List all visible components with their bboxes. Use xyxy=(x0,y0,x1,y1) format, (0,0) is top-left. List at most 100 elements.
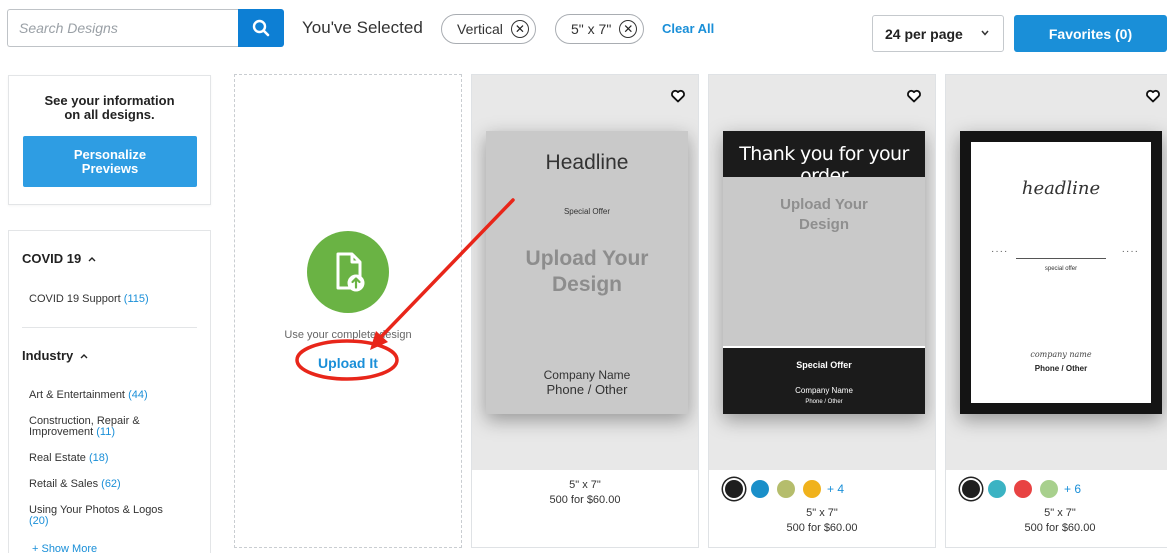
design-headline: Headline xyxy=(545,151,629,174)
filter-item-label: COVID 19 Support xyxy=(29,293,121,305)
chevron-down-icon xyxy=(981,30,989,36)
design-thumbnail[interactable]: Headline Special Offer Upload Your Desig… xyxy=(486,131,688,414)
design-thumbnail[interactable]: Thank you for your order Upload Your Des… xyxy=(723,131,925,414)
per-page-select[interactable]: 24 per page xyxy=(872,15,1004,52)
design-preview[interactable]: headline ···· ···· special offer company… xyxy=(946,75,1167,470)
product-info: + 4 5" x 7" 500 for $60.00 xyxy=(709,470,935,547)
filter-item-count: (115) xyxy=(123,293,149,305)
filter-item-count: (44) xyxy=(128,389,148,401)
design-preview[interactable]: Thank you for your order Upload Your Des… xyxy=(709,75,935,470)
more-colors-link[interactable]: + 6 xyxy=(1064,482,1081,496)
favorites-button[interactable]: Favorites (0) xyxy=(1014,15,1167,52)
design-upload-text: Upload Your Design xyxy=(780,196,868,233)
search-box xyxy=(7,9,284,47)
chevron-up-icon xyxy=(80,353,88,358)
color-swatches: + 6 xyxy=(962,480,1081,498)
design-phone: Phone / Other xyxy=(1034,364,1088,373)
design-company: company name xyxy=(1030,350,1092,359)
filter-item-label: Using Your Photos & Logos xyxy=(29,504,163,516)
show-more-link[interactable]: + Show More xyxy=(32,543,97,553)
product-price: 500 for $60.00 xyxy=(786,522,858,534)
more-colors-link[interactable]: + 4 xyxy=(827,482,844,496)
product-size: 5" x 7" xyxy=(1044,507,1076,519)
clear-all-link[interactable]: Clear All xyxy=(662,21,714,36)
design-thumbnail[interactable]: headline ···· ···· special offer company… xyxy=(960,131,1162,414)
design-dots: ···· xyxy=(1121,246,1139,257)
search-input[interactable] xyxy=(7,9,238,47)
filter-chip-label: Vertical xyxy=(457,21,503,37)
color-swatch[interactable] xyxy=(962,480,980,498)
personalize-previews-button[interactable]: Personalize Previews xyxy=(23,136,197,187)
design-inner-panel: headline ···· ···· special offer company… xyxy=(971,142,1151,403)
product-card[interactable]: headline ···· ···· special offer company… xyxy=(945,74,1167,548)
product-info: 5" x 7" 500 for $60.00 xyxy=(472,470,698,547)
design-offer: special offer xyxy=(1044,266,1078,272)
color-swatches: + 4 xyxy=(725,480,844,498)
filter-chip-label: 5" x 7" xyxy=(571,21,612,37)
product-price: 500 for $60.00 xyxy=(549,494,621,506)
product-price: 500 for $60.00 xyxy=(1024,522,1096,534)
filter-heading-label: Industry xyxy=(22,348,74,363)
upload-file-icon xyxy=(336,252,365,292)
divider xyxy=(22,327,197,328)
personalize-title: See your information on all designs. xyxy=(44,93,175,122)
favorite-heart-icon[interactable] xyxy=(904,86,924,106)
personalize-card: See your information on all designs. Per… xyxy=(8,75,211,205)
filter-item-count: (20) xyxy=(29,515,49,527)
search-button[interactable] xyxy=(238,9,284,47)
filter-item[interactable]: Real Estate (18) xyxy=(29,453,204,464)
upload-it-link[interactable]: Upload It xyxy=(235,355,461,371)
design-offer: Special Offer xyxy=(563,207,611,216)
remove-filter-icon[interactable]: ✕ xyxy=(619,20,638,38)
filter-chip-vertical[interactable]: Vertical ✕ xyxy=(441,14,536,44)
color-swatch[interactable] xyxy=(777,480,795,498)
filter-panel: COVID 19 COVID 19 Support (115) Industry… xyxy=(8,230,211,553)
filter-heading-label: COVID 19 xyxy=(22,251,82,266)
filter-item-count: (18) xyxy=(88,452,109,464)
color-swatch[interactable] xyxy=(751,480,769,498)
design-dots: ···· xyxy=(991,246,1009,257)
filter-item[interactable]: Using Your Photos & Logos (20) xyxy=(29,505,179,527)
design-divider xyxy=(1016,258,1106,259)
design-headline: headline xyxy=(1021,178,1101,199)
remove-filter-icon[interactable]: ✕ xyxy=(510,20,529,38)
color-swatch[interactable] xyxy=(1014,480,1032,498)
product-card[interactable]: Headline Special Offer Upload Your Desig… xyxy=(471,74,699,548)
filter-item[interactable]: Construction, Repair & Improvement (11) xyxy=(29,416,164,438)
design-preview[interactable]: Headline Special Offer Upload Your Desig… xyxy=(472,75,698,470)
per-page-value: 24 per page xyxy=(885,25,963,42)
filter-item-count: (11) xyxy=(96,426,116,438)
product-size: 5" x 7" xyxy=(569,479,601,491)
favorite-heart-icon[interactable] xyxy=(1143,86,1163,106)
favorite-heart-icon[interactable] xyxy=(668,86,688,106)
filter-heading-covid[interactable]: COVID 19 xyxy=(22,251,97,266)
color-swatch[interactable] xyxy=(725,480,743,498)
product-size: 5" x 7" xyxy=(806,507,838,519)
filter-item-label: Real Estate xyxy=(29,452,86,464)
color-swatch[interactable] xyxy=(803,480,821,498)
design-company: Company Name xyxy=(543,368,631,382)
upload-description: Use your complete design xyxy=(284,329,412,341)
design-company: Company Name xyxy=(795,386,853,395)
design-offer: Special Offer xyxy=(796,360,852,370)
search-icon xyxy=(252,19,270,37)
filter-item[interactable]: Retail & Sales (62) xyxy=(29,479,204,490)
filter-chip-size[interactable]: 5" x 7" ✕ xyxy=(555,14,645,44)
product-info: + 6 5" x 7" 500 for $60.00 xyxy=(946,470,1167,547)
product-card[interactable]: Thank you for your order Upload Your Des… xyxy=(708,74,936,548)
filter-item-label: Construction, Repair & Improvement xyxy=(29,415,140,438)
color-swatch[interactable] xyxy=(1040,480,1058,498)
filter-item-count: (62) xyxy=(101,478,121,490)
selected-filters-label: You've Selected xyxy=(302,18,423,37)
design-phone: Phone / Other xyxy=(805,399,843,405)
color-swatch[interactable] xyxy=(988,480,1006,498)
filter-item[interactable]: COVID 19 Support (115) xyxy=(29,294,204,305)
design-phone: Phone / Other xyxy=(546,382,628,397)
upload-design-card[interactable]: Use your complete design Upload It xyxy=(234,74,462,548)
chevron-up-icon xyxy=(88,256,96,261)
design-upload-text: Upload Your Design xyxy=(525,247,649,296)
upload-icon-circle[interactable] xyxy=(307,231,389,313)
filter-heading-industry[interactable]: Industry xyxy=(22,348,89,363)
filter-item-label: Retail & Sales xyxy=(29,478,99,490)
filter-item[interactable]: Art & Entertainment (44) xyxy=(29,390,204,401)
